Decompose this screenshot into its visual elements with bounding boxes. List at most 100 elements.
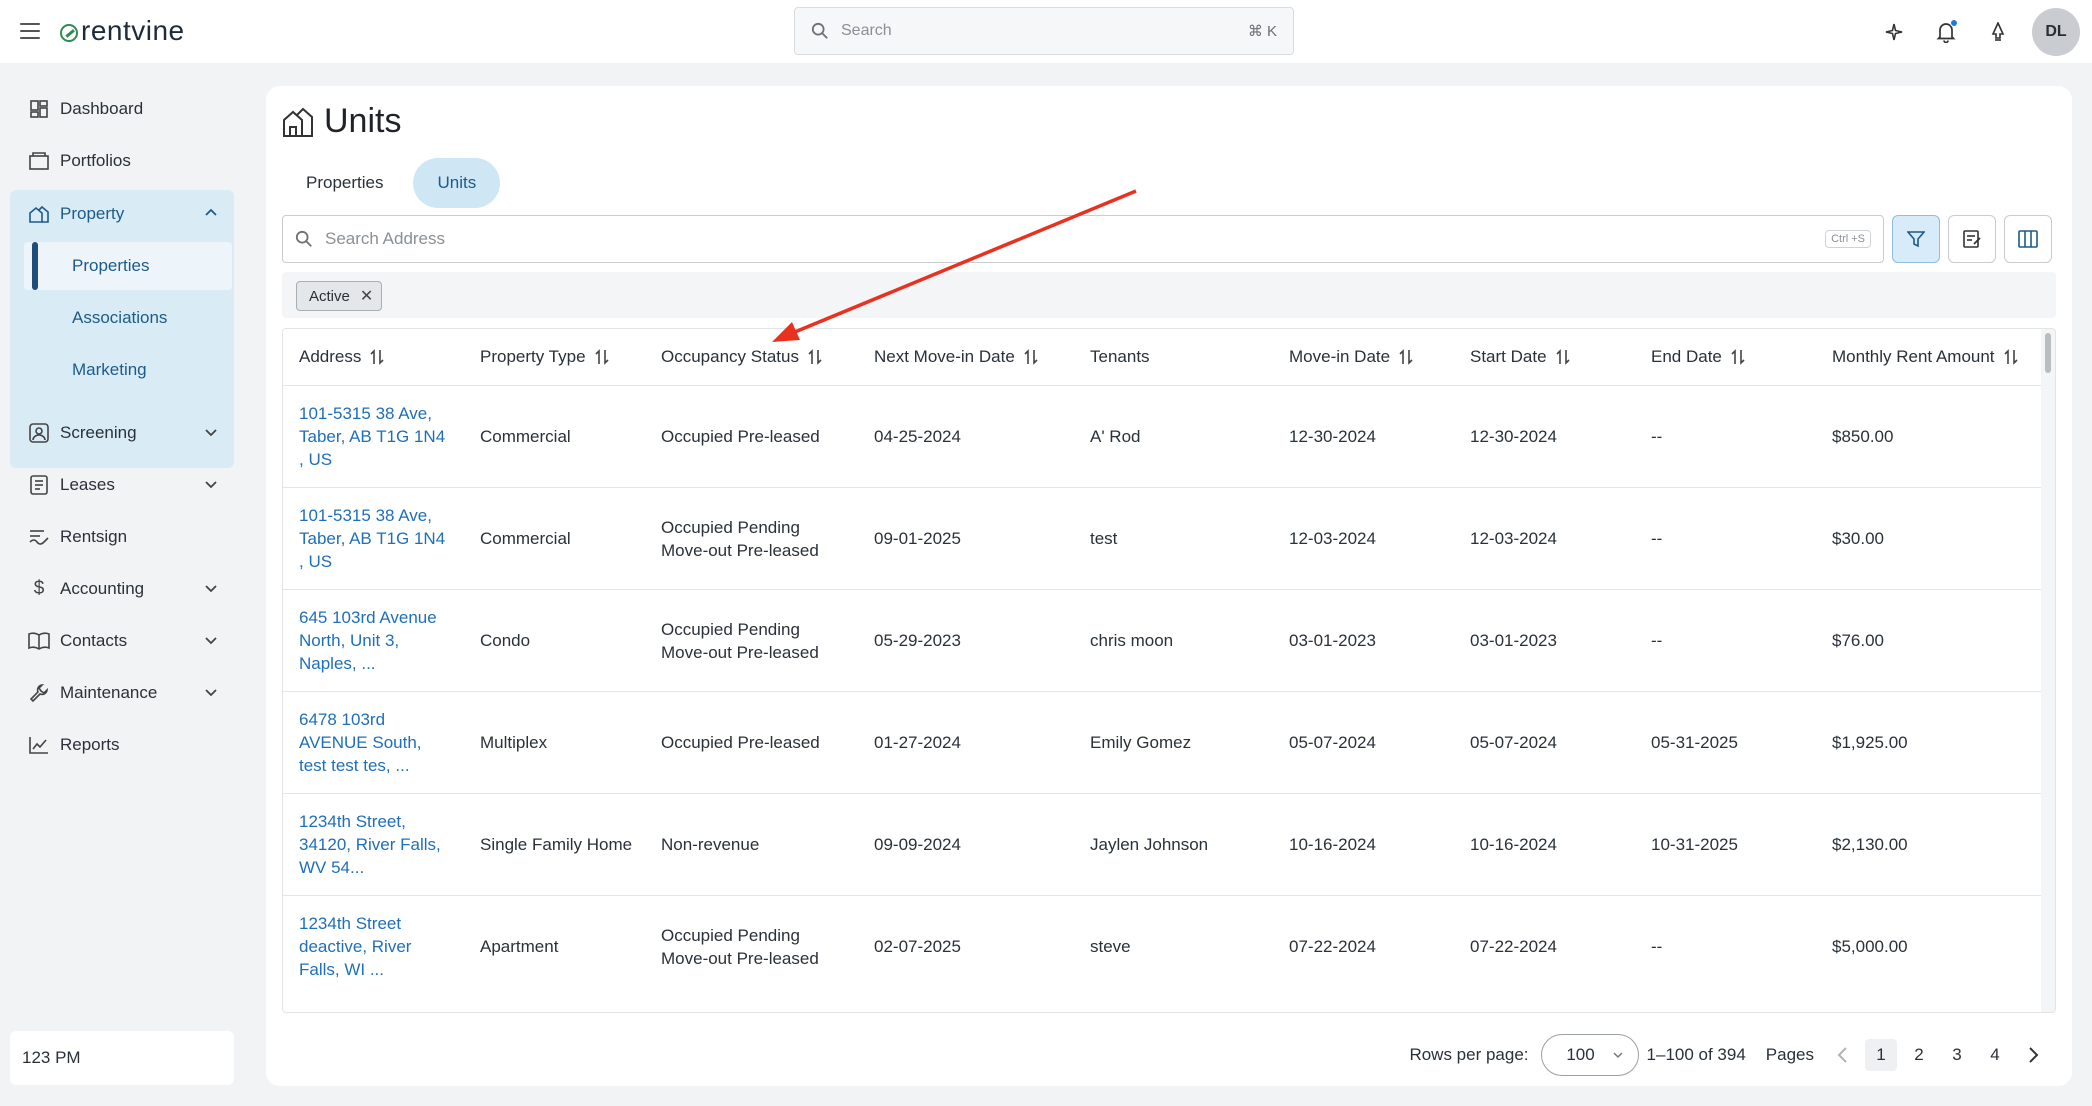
cell-start-date: 03-01-2023: [1470, 631, 1557, 650]
units-icon: [283, 107, 313, 137]
page-2-button[interactable]: 2: [1903, 1039, 1935, 1071]
cell-address[interactable]: 101-5315 38 Ave, Taber, AB T1G 1N4 , US: [299, 488, 445, 589]
table-row[interactable]: 1234th Street deactive, River Falls, WI ..…: [283, 895, 2043, 997]
sparkle-icon[interactable]: [1868, 6, 1920, 58]
chevron-down-icon: [205, 481, 217, 489]
columns-button[interactable]: [2004, 215, 2052, 263]
cell-move-in-date: 07-22-2024: [1289, 937, 1376, 956]
sort-icon[interactable]: [1730, 348, 1746, 366]
sort-icon[interactable]: [594, 348, 610, 366]
sidebar-item-accounting[interactable]: $ Accounting: [10, 565, 234, 613]
sidebar-item-contacts[interactable]: Contacts: [10, 617, 234, 665]
column-header-next-move-in-date[interactable]: Next Move-in Date: [874, 329, 1039, 385]
rocket-icon[interactable]: [1972, 6, 2024, 58]
column-header-monthly-rent[interactable]: Monthly Rent Amount: [1832, 329, 2019, 385]
column-header-occupancy-status[interactable]: Occupancy Status: [661, 329, 823, 385]
table-row[interactable]: 101-5315 38 Ave, Taber, AB T1G 1N4 , US Com…: [283, 487, 2043, 589]
sort-icon[interactable]: [1023, 348, 1039, 366]
cell-occupancy-status: Occupied Pending Move-out Pre-leased: [661, 590, 819, 691]
sidebar-item-property[interactable]: Property: [10, 190, 234, 238]
global-search-input[interactable]: Search ⌘ K: [794, 7, 1294, 55]
column-header-start-date[interactable]: Start Date: [1470, 329, 1571, 385]
column-header-move-in-date[interactable]: Move-in Date: [1289, 329, 1414, 385]
brand-logo[interactable]: rentvine: [60, 14, 185, 48]
cell-next-move-in-date: 04-25-2024: [874, 427, 961, 446]
sidebar-item-rentsign[interactable]: Rentsign: [10, 513, 234, 561]
sidebar-item-label: Contacts: [60, 631, 128, 650]
table-scrollbar[interactable]: [2041, 329, 2055, 1012]
filter-icon: [1907, 231, 1925, 248]
sidebar-item-properties[interactable]: Properties: [24, 242, 232, 290]
filter-chip-active[interactable]: Active ✕: [296, 281, 383, 311]
tab-properties[interactable]: Properties: [282, 158, 407, 208]
scrollbar-thumb[interactable]: [2045, 333, 2051, 373]
sort-icon[interactable]: [369, 348, 385, 366]
rows-per-page-select[interactable]: 100: [1540, 1034, 1639, 1076]
user-switcher[interactable]: 123 PM: [10, 1031, 234, 1085]
cell-line: Non-revenue: [661, 835, 760, 854]
cell-next-move-in-date: 02-07-2025: [874, 937, 961, 956]
sidebar-item-associations[interactable]: Associations: [24, 294, 232, 342]
cell-line: Move-out Pre-leased: [661, 948, 819, 968]
sidebar-item-label: Property: [60, 204, 125, 223]
sort-icon[interactable]: [1398, 348, 1414, 366]
chevron-down-icon: [205, 585, 217, 593]
address-search-input[interactable]: Search Address Ctrl +S: [282, 215, 1884, 263]
cell-address[interactable]: 1234th Street, 34120, River Falls, WV 54..…: [299, 794, 441, 895]
cell-next-move-in-date: 09-09-2024: [874, 835, 961, 854]
main-panel: Units Properties Units Search Address Ct…: [266, 86, 2072, 1086]
cell-next-move-in-date: 09-01-2025: [874, 529, 961, 548]
sidebar-item-label: Associations: [72, 308, 168, 327]
prev-page-button[interactable]: [1826, 1039, 1858, 1071]
cell-address[interactable]: 101-5315 38 Ave, Taber, AB T1G 1N4 , US: [299, 386, 445, 487]
cell-address[interactable]: 1234th Street deactive, River Falls, WI ..…: [299, 896, 411, 997]
column-header-end-date[interactable]: End Date: [1651, 329, 1746, 385]
tab-units[interactable]: Units: [413, 158, 501, 208]
table-row[interactable]: 1234th Street, 34120, River Falls, WV 54..…: [283, 793, 2043, 895]
table-row[interactable]: 6478 103rd AVENUE South, test test tes, ..…: [283, 691, 2043, 793]
column-header-tenants[interactable]: Tenants: [1090, 329, 1150, 385]
page-4-button[interactable]: 4: [1979, 1039, 2011, 1071]
page-3-button[interactable]: 3: [1941, 1039, 1973, 1071]
cell-tenants: A' Rod: [1090, 427, 1141, 446]
cell-address[interactable]: 645 103rd Avenue North, Unit 3, Naples, ..…: [299, 590, 437, 691]
sidebar-item-screening[interactable]: Screening: [10, 409, 234, 457]
sort-icon[interactable]: [807, 348, 823, 366]
cell-line: 645 103rd Avenue: [299, 608, 437, 627]
search-toolbar: Search Address Ctrl +S: [282, 215, 2056, 263]
sidebar-item-dashboard[interactable]: Dashboard: [10, 85, 234, 133]
cell-end-date: --: [1651, 937, 1663, 956]
saved-views-button[interactable]: [1948, 215, 1996, 263]
column-header-property-type[interactable]: Property Type: [480, 329, 610, 385]
column-header-label: Next Move-in Date: [874, 347, 1015, 366]
bell-icon[interactable]: [1920, 6, 1972, 58]
next-page-button[interactable]: [2018, 1039, 2050, 1071]
column-header-label: Property Type: [480, 347, 586, 366]
page-1-button[interactable]: 1: [1865, 1039, 1897, 1071]
cell-line: Occupied Pending: [661, 517, 800, 537]
cell-start-date: 05-07-2024: [1470, 733, 1557, 752]
sidebar-item-maintenance[interactable]: Maintenance: [10, 669, 234, 717]
menu-icon[interactable]: [20, 20, 40, 42]
cell-move-in-date: 10-16-2024: [1289, 835, 1376, 854]
chevron-down-icon: [205, 637, 217, 645]
cell-line: Occupied Pending: [661, 619, 800, 639]
sort-icon[interactable]: [2003, 348, 2019, 366]
avatar[interactable]: DL: [2032, 7, 2080, 56]
cell-tenants: steve: [1090, 937, 1131, 956]
cell-address[interactable]: 6478 103rd AVENUE South, test test tes, ..…: [299, 692, 422, 793]
global-search-placeholder: Search: [841, 22, 892, 39]
sort-icon[interactable]: [1555, 348, 1571, 366]
cell-end-date: --: [1651, 631, 1663, 650]
sidebar-item-marketing[interactable]: Marketing: [24, 346, 232, 394]
table-row[interactable]: 645 103rd Avenue North, Unit 3, Naples, ..…: [283, 589, 2043, 691]
table-row[interactable]: 101-5315 38 Ave, Taber, AB T1G 1N4 , US Com…: [283, 385, 2043, 487]
cell-property-type: Condo: [480, 631, 531, 650]
sidebar-item-portfolios[interactable]: Portfolios: [10, 137, 234, 185]
filter-button[interactable]: [1892, 215, 1940, 263]
sidebar-item-reports[interactable]: Reports: [10, 721, 234, 769]
close-icon[interactable]: ✕: [360, 286, 373, 306]
sidebar-item-leases[interactable]: Leases: [10, 461, 234, 509]
column-header-address[interactable]: Address: [299, 329, 385, 385]
cell-end-date: 10-31-2025: [1651, 835, 1738, 854]
